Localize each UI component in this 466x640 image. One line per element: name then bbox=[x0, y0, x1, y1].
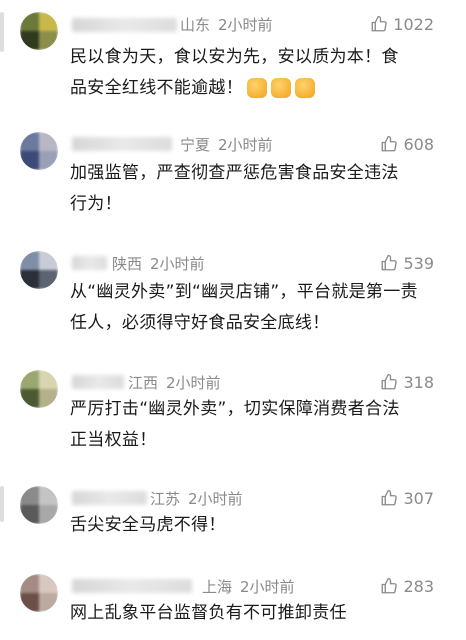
thumbs-up-icon bbox=[382, 135, 398, 152]
comment-text: 从“幽灵外卖”到“幽灵店铺”，平台就是第一责 任人，必须得守好食品安全底线！ bbox=[70, 277, 440, 339]
like-count: 283 bbox=[403, 576, 434, 596]
like-count: 1022 bbox=[393, 14, 434, 34]
avatar[interactable] bbox=[20, 132, 58, 170]
avatar[interactable] bbox=[20, 574, 58, 612]
like-button[interactable]: 608 bbox=[380, 132, 434, 156]
comment-location: 宁夏 bbox=[180, 136, 211, 154]
like-count: 539 bbox=[403, 253, 434, 273]
like-count: 318 bbox=[403, 372, 434, 392]
avatar[interactable] bbox=[20, 370, 58, 408]
thumbs-up-icon bbox=[382, 577, 398, 594]
comment-time: 2小时前 bbox=[218, 16, 273, 34]
like-button[interactable]: 307 bbox=[380, 486, 434, 510]
comment-text-line: 严厉打击“幽灵外卖”，切实保障消费者合法 bbox=[70, 399, 400, 419]
like-button[interactable]: 283 bbox=[380, 574, 434, 598]
comment-text: 严厉打击“幽灵外卖”，切实保障消费者合法 正当权益！ bbox=[70, 394, 440, 456]
like-count: 608 bbox=[403, 134, 434, 154]
thumbs-up-icon bbox=[382, 254, 398, 271]
comment-time: 2小时前 bbox=[166, 374, 221, 392]
comment-text: 网上乱象平台监督负有不可推卸责任 bbox=[70, 598, 440, 629]
comment-text-line: 行为！ bbox=[70, 194, 122, 214]
comment-item: 上海 2小时前 283 网上乱象平台监督负有不可推卸责任 bbox=[0, 574, 466, 640]
fist-emoji bbox=[295, 78, 315, 98]
comment-text-line: 民以食为天，食以安为先，安以质为本！食 bbox=[70, 47, 399, 67]
username-redacted bbox=[72, 256, 107, 270]
comment-item: 山东 2小时前 1022 民以食为天，食以安为先，安以质为本！食 品安全红线不能逾… bbox=[0, 12, 466, 112]
comment-text-line: 正当权益！ bbox=[70, 430, 157, 450]
comment-text: 加强监管，严查彻查严惩危害食品安全违法 行为！ bbox=[70, 158, 440, 220]
comment-meta: 江苏 2小时前 bbox=[150, 488, 243, 509]
comment-item: 宁夏 2小时前 608 加强监管，严查彻查严惩危害食品安全违法 行为！ bbox=[0, 132, 466, 222]
comment-text-line: 网上乱象平台监督负有不可推卸责任 bbox=[70, 603, 347, 623]
edge-divider bbox=[0, 486, 4, 522]
comment-meta: 江西 2小时前 bbox=[128, 372, 221, 393]
fist-emoji bbox=[247, 78, 267, 98]
like-count: 307 bbox=[403, 488, 434, 508]
comment-time: 2小时前 bbox=[150, 255, 205, 273]
comment-location: 山东 bbox=[180, 16, 211, 34]
thumbs-up-icon bbox=[382, 373, 398, 390]
comment-time: 2小时前 bbox=[240, 578, 295, 596]
comment-item: 江苏 2小时前 307 舌尖安全马虎不得！ bbox=[0, 486, 466, 551]
avatar[interactable] bbox=[20, 12, 58, 50]
comment-text: 民以食为天，食以安为先，安以质为本！食 品安全红线不能逾越！ bbox=[70, 42, 440, 104]
username-redacted bbox=[72, 137, 172, 151]
like-button[interactable]: 539 bbox=[380, 251, 434, 275]
comment-meta: 陕西 2小时前 bbox=[112, 253, 205, 274]
like-button[interactable]: 318 bbox=[380, 370, 434, 394]
thumbs-up-icon bbox=[371, 15, 388, 32]
edge-divider bbox=[0, 12, 4, 52]
fist-emoji bbox=[271, 78, 291, 98]
comment-text-line: 加强监管，严查彻查严惩危害食品安全违法 bbox=[70, 163, 399, 183]
like-button[interactable]: 1022 bbox=[370, 12, 434, 36]
thumbs-up-icon bbox=[382, 489, 398, 506]
comment-text-line: 从“幽灵外卖”到“幽灵店铺”，平台就是第一责 bbox=[70, 282, 418, 302]
comment-item: 陕西 2小时前 539 从“幽灵外卖”到“幽灵店铺”，平台就是第一责 任人，必须得… bbox=[0, 251, 466, 346]
username-redacted bbox=[72, 491, 147, 505]
comment-text-line: 舌尖安全马虎不得！ bbox=[70, 515, 226, 535]
username-redacted bbox=[72, 18, 177, 32]
comment-text-line: 品安全红线不能逾越！ bbox=[70, 78, 243, 98]
reaction-emoji-group bbox=[247, 78, 315, 98]
comment-item: 江西 2小时前 318 严厉打击“幽灵外卖”，切实保障消费者合法 正当权益！ bbox=[0, 370, 466, 465]
avatar[interactable] bbox=[20, 251, 58, 289]
comment-location: 陕西 bbox=[112, 255, 143, 273]
comment-location: 上海 bbox=[202, 578, 233, 596]
avatar[interactable] bbox=[20, 486, 58, 524]
comment-location: 江苏 bbox=[150, 490, 181, 508]
comment-time: 2小时前 bbox=[218, 136, 273, 154]
comment-location: 江西 bbox=[128, 374, 159, 392]
username-redacted bbox=[72, 579, 192, 593]
comment-meta: 山东 2小时前 bbox=[180, 14, 273, 35]
comment-meta: 宁夏 2小时前 bbox=[180, 134, 273, 155]
comment-meta: 上海 2小时前 bbox=[202, 576, 295, 597]
comment-text: 舌尖安全马虎不得！ bbox=[70, 510, 440, 541]
username-redacted bbox=[72, 375, 124, 389]
comment-text-line: 任人，必须得守好食品安全底线！ bbox=[70, 313, 330, 333]
comment-time: 2小时前 bbox=[188, 490, 243, 508]
